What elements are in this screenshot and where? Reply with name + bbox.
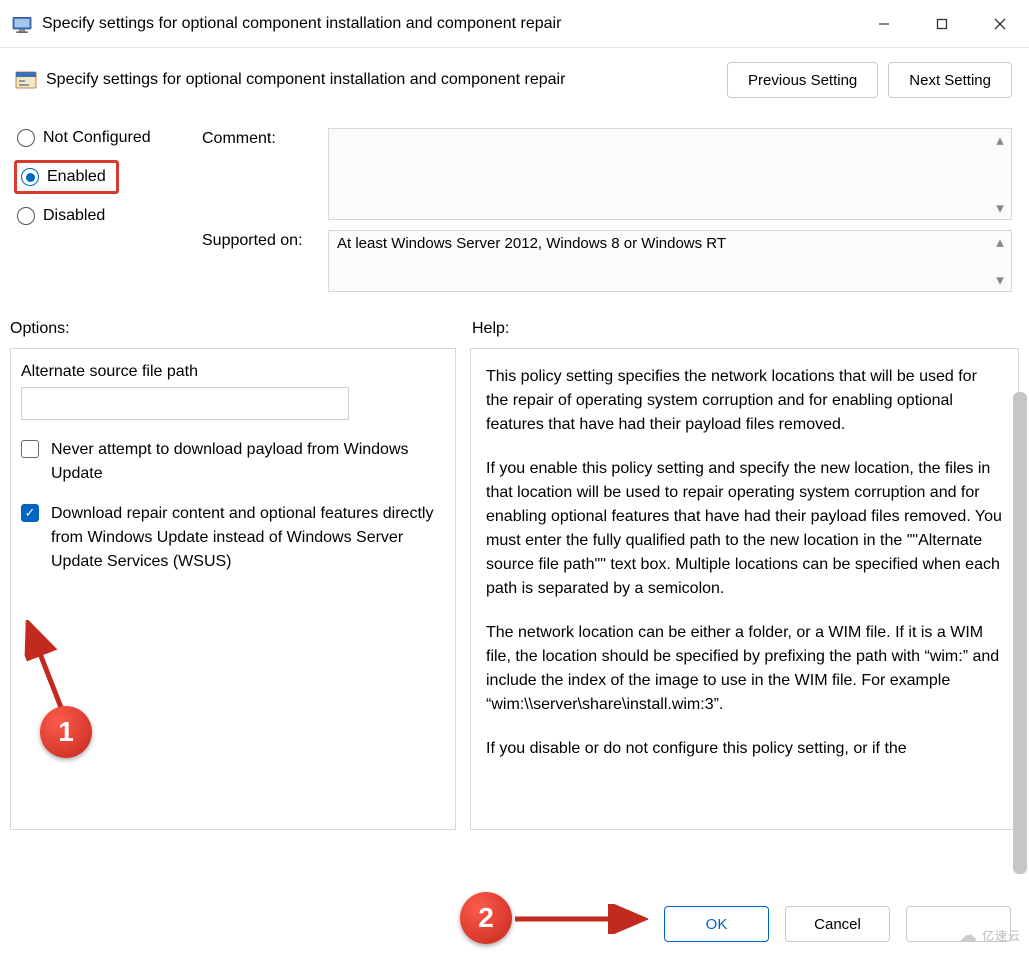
watermark-text: 亿速云 xyxy=(982,927,1021,944)
annotation-arrow-2 xyxy=(510,904,650,934)
radio-icon xyxy=(17,129,35,147)
scroll-up-icon[interactable]: ▴ xyxy=(993,235,1007,249)
bottom-grid: Alternate source file path Never attempt… xyxy=(0,338,1029,830)
alt-path-input[interactable] xyxy=(21,387,349,420)
window-title: Specify settings for optional component … xyxy=(42,15,855,33)
scroll-down-icon[interactable]: ▾ xyxy=(993,201,1007,215)
help-paragraph: If you enable this policy setting and sp… xyxy=(486,457,1003,601)
comment-label: Comment: xyxy=(202,128,328,148)
radio-enabled[interactable]: Enabled xyxy=(14,160,119,194)
supported-label: Supported on: xyxy=(202,230,328,250)
scrollbar-thumb[interactable] xyxy=(1013,392,1027,874)
cancel-button[interactable]: Cancel xyxy=(785,906,890,942)
help-paragraph: This policy setting specifies the networ… xyxy=(486,365,1003,437)
radio-disabled[interactable]: Disabled xyxy=(14,206,196,226)
scroll-up-icon[interactable]: ▴ xyxy=(993,133,1007,147)
checkbox-download-wu[interactable]: ✓ Download repair content and optional f… xyxy=(21,502,445,574)
fields-column: Comment: ▴ ▾ Supported on: At least Wind… xyxy=(202,128,1012,302)
checkbox-never-download[interactable]: Never attempt to download payload from W… xyxy=(21,438,445,486)
window-controls xyxy=(855,0,1029,47)
policy-title: Specify settings for optional component … xyxy=(46,71,717,89)
comment-textarea[interactable]: ▴ ▾ xyxy=(328,128,1012,220)
watermark: ☁ 亿速云 xyxy=(959,925,1021,946)
ok-button[interactable]: OK xyxy=(664,906,769,942)
policy-icon xyxy=(14,68,38,92)
annotation-callout-2: 2 xyxy=(460,892,512,944)
callout-number: 2 xyxy=(478,902,494,934)
checkbox-icon: ✓ xyxy=(21,504,39,522)
options-panel: Alternate source file path Never attempt… xyxy=(10,348,456,830)
radio-label: Disabled xyxy=(43,207,105,225)
checkbox-icon xyxy=(21,440,39,458)
callout-number: 1 xyxy=(58,716,74,748)
alt-path-label: Alternate source file path xyxy=(21,363,445,381)
scroll-down-icon[interactable]: ▾ xyxy=(993,273,1007,287)
header-row: Specify settings for optional component … xyxy=(0,48,1029,106)
radio-icon xyxy=(17,207,35,225)
maximize-button[interactable] xyxy=(913,0,971,47)
annotation-arrow-1 xyxy=(22,620,72,720)
state-column: Not Configured Enabled Disabled xyxy=(14,128,196,302)
next-setting-button[interactable]: Next Setting xyxy=(888,62,1012,98)
supported-row: Supported on: At least Windows Server 20… xyxy=(202,230,1012,292)
checkbox-label: Never attempt to download payload from W… xyxy=(51,438,445,486)
supported-value: At least Windows Server 2012, Windows 8 … xyxy=(337,235,726,252)
help-panel: This policy setting specifies the networ… xyxy=(470,348,1019,830)
radio-not-configured[interactable]: Not Configured xyxy=(14,128,196,148)
close-button[interactable] xyxy=(971,0,1029,47)
options-label: Options: xyxy=(10,320,472,338)
minimize-button[interactable] xyxy=(855,0,913,47)
titlebar: Specify settings for optional component … xyxy=(0,0,1029,48)
supported-box: At least Windows Server 2012, Windows 8 … xyxy=(328,230,1012,292)
radio-label: Enabled xyxy=(47,168,106,186)
help-label: Help: xyxy=(472,320,509,338)
help-paragraph: The network location can be either a fol… xyxy=(486,621,1003,717)
section-labels: Options: Help: xyxy=(0,302,1029,338)
help-paragraph: If you disable or do not configure this … xyxy=(486,737,1003,761)
radio-icon xyxy=(21,168,39,186)
app-icon xyxy=(12,15,32,33)
cloud-icon: ☁ xyxy=(959,925,978,946)
mid-section: Not Configured Enabled Disabled Comment:… xyxy=(0,106,1029,302)
annotation-callout-1: 1 xyxy=(40,706,92,758)
previous-setting-button[interactable]: Previous Setting xyxy=(727,62,878,98)
checkbox-label: Download repair content and optional fea… xyxy=(51,502,445,574)
comment-row: Comment: ▴ ▾ xyxy=(202,128,1012,220)
radio-label: Not Configured xyxy=(43,129,151,147)
